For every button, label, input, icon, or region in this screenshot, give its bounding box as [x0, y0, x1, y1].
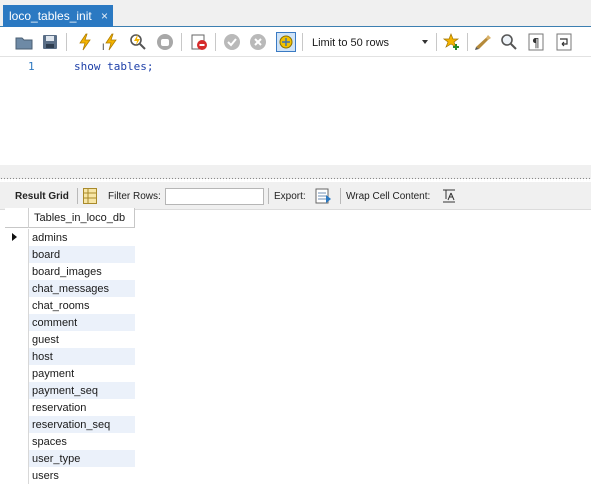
- current-row-icon: [12, 233, 17, 241]
- pane-splitter[interactable]: [0, 177, 591, 181]
- table-cell[interactable]: user_type: [29, 450, 135, 467]
- tab-bar: loco_tables_init ×: [0, 0, 591, 27]
- toolbar-separator: [77, 188, 78, 204]
- toolbar-separator: [181, 33, 182, 51]
- table-cell[interactable]: spaces: [29, 433, 135, 450]
- toggle-error-icon[interactable]: [189, 32, 209, 52]
- table-row[interactable]: admins: [5, 229, 135, 246]
- row-indicator[interactable]: [5, 467, 29, 484]
- table-cell[interactable]: reservation: [29, 399, 135, 416]
- row-indicator[interactable]: [5, 314, 29, 331]
- export-icon[interactable]: [315, 187, 333, 205]
- table-row[interactable]: chat_messages: [5, 280, 135, 297]
- line-number: 1: [28, 60, 35, 73]
- row-indicator[interactable]: [5, 331, 29, 348]
- sql-editor-toolbar: I Limit to 50 rows ¶: [0, 27, 591, 57]
- row-indicator[interactable]: [5, 229, 29, 246]
- limit-rows-value: Limit to 50 rows: [312, 36, 390, 49]
- row-indicator[interactable]: [5, 365, 29, 382]
- table-row[interactable]: board: [5, 246, 135, 263]
- table-cell[interactable]: users: [29, 467, 135, 484]
- row-indicator[interactable]: [5, 263, 29, 280]
- table-row[interactable]: spaces: [5, 433, 135, 450]
- row-indicator[interactable]: [5, 246, 29, 263]
- table-row[interactable]: payment_seq: [5, 382, 135, 399]
- limit-rows-select[interactable]: Limit to 50 rows: [305, 33, 432, 52]
- table-cell[interactable]: payment_seq: [29, 382, 135, 399]
- open-folder-icon[interactable]: [14, 32, 34, 52]
- table-row[interactable]: host: [5, 348, 135, 365]
- toolbar-separator: [268, 188, 269, 204]
- commit-icon[interactable]: [222, 32, 242, 52]
- column-header[interactable]: Tables_in_loco_db: [34, 212, 125, 224]
- stop-icon[interactable]: [155, 32, 175, 52]
- table-cell[interactable]: reservation_seq: [29, 416, 135, 433]
- filter-rows-label: Filter Rows:: [108, 191, 161, 202]
- table-cell[interactable]: chat_messages: [29, 280, 135, 297]
- save-icon[interactable]: [40, 32, 60, 52]
- table-row[interactable]: chat_rooms: [5, 297, 135, 314]
- bookmark-icon[interactable]: [442, 32, 462, 52]
- execute-statement-icon[interactable]: I: [101, 32, 121, 52]
- result-toolbar: Result Grid Filter Rows: Export: Wrap Ce…: [0, 182, 591, 210]
- grid-view-icon[interactable]: [83, 188, 97, 204]
- result-grid-tab[interactable]: Result Grid: [15, 191, 69, 202]
- wrap-toggle-icon[interactable]: [442, 189, 456, 203]
- toolbar-separator: [66, 33, 67, 51]
- table-cell[interactable]: board_images: [29, 263, 135, 280]
- tab-loco-tables-init[interactable]: loco_tables_init ×: [3, 5, 113, 27]
- wrap-cell-content-label: Wrap Cell Content:: [346, 191, 431, 202]
- tab-title: loco_tables_init: [9, 9, 92, 23]
- table-row[interactable]: user_type: [5, 450, 135, 467]
- table-row[interactable]: users: [5, 467, 135, 484]
- row-selector-header[interactable]: [5, 208, 29, 228]
- sql-editor[interactable]: 1 show tables;: [0, 57, 591, 171]
- table-cell[interactable]: guest: [29, 331, 135, 348]
- export-label: Export:: [274, 191, 306, 202]
- row-indicator[interactable]: [5, 280, 29, 297]
- table-row[interactable]: comment: [5, 314, 135, 331]
- toolbar-separator: [340, 188, 341, 204]
- table-row[interactable]: reservation: [5, 399, 135, 416]
- chevron-down-icon: [422, 40, 428, 44]
- toolbar-separator: [215, 33, 216, 51]
- filter-rows-input[interactable]: [165, 188, 264, 205]
- row-indicator[interactable]: [5, 382, 29, 399]
- svg-text:¶: ¶: [532, 36, 540, 50]
- autocommit-icon[interactable]: [276, 32, 296, 52]
- table-cell[interactable]: payment: [29, 365, 135, 382]
- table-cell[interactable]: comment: [29, 314, 135, 331]
- table-row[interactable]: payment: [5, 365, 135, 382]
- row-indicator[interactable]: [5, 416, 29, 433]
- row-indicator[interactable]: [5, 399, 29, 416]
- close-tab-icon[interactable]: ×: [101, 9, 108, 23]
- table-cell[interactable]: host: [29, 348, 135, 365]
- grid-header: Tables_in_loco_db: [5, 208, 135, 228]
- beautify-icon[interactable]: [473, 32, 493, 52]
- invisible-chars-icon[interactable]: ¶: [526, 32, 546, 52]
- table-row[interactable]: guest: [5, 331, 135, 348]
- rollback-icon[interactable]: [248, 32, 268, 52]
- row-indicator[interactable]: [5, 297, 29, 314]
- table-cell[interactable]: board: [29, 246, 135, 263]
- table-row[interactable]: reservation_seq: [5, 416, 135, 433]
- toolbar-separator: [436, 33, 437, 51]
- toolbar-separator: [302, 33, 303, 51]
- table-cell[interactable]: chat_rooms: [29, 297, 135, 314]
- execute-icon[interactable]: [75, 32, 95, 52]
- row-indicator[interactable]: [5, 433, 29, 450]
- sql-code-line[interactable]: show tables;: [74, 60, 153, 73]
- row-indicator[interactable]: [5, 348, 29, 365]
- svg-text:I: I: [102, 42, 105, 51]
- word-wrap-icon[interactable]: [554, 32, 574, 52]
- row-indicator[interactable]: [5, 450, 29, 467]
- table-cell[interactable]: admins: [29, 229, 135, 246]
- find-icon[interactable]: [499, 32, 519, 52]
- table-row[interactable]: board_images: [5, 263, 135, 280]
- toolbar-separator: [467, 33, 468, 51]
- explain-icon[interactable]: [128, 32, 148, 52]
